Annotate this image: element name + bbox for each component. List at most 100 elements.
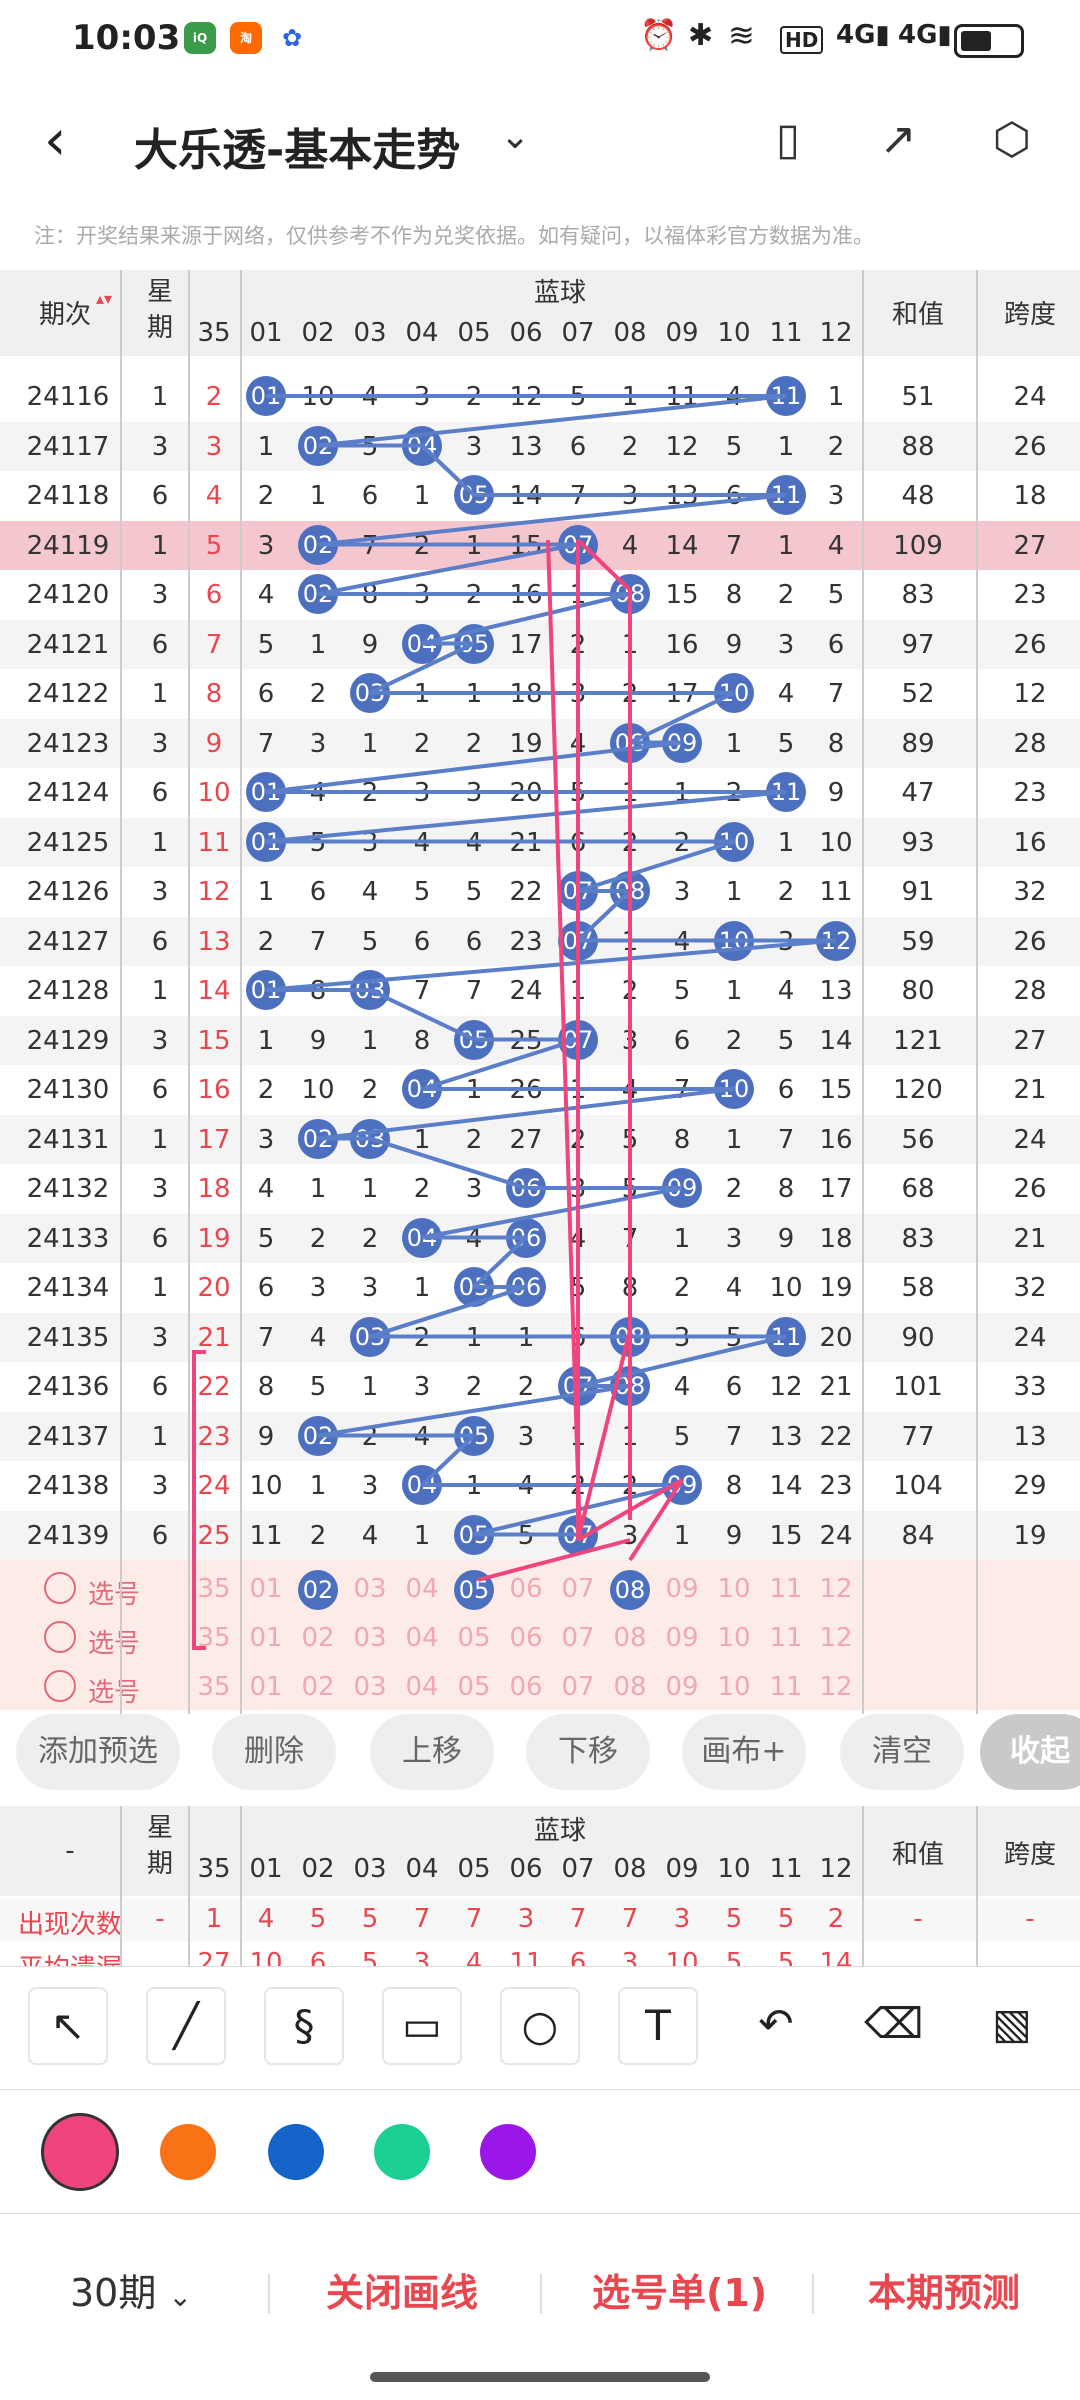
blue-ball[interactable]: 03 — [350, 970, 390, 1010]
pick-number[interactable]: 07 — [553, 1574, 603, 1604]
blue-ball[interactable]: 08 — [610, 722, 650, 763]
back-icon[interactable]: ‹ — [44, 108, 66, 173]
pick-radio[interactable] — [44, 1572, 76, 1604]
circle-icon[interactable]: ○ — [500, 1987, 580, 2065]
add-preselect-button[interactable]: 添加预选 — [16, 1714, 180, 1790]
share-icon[interactable]: ↗ — [868, 110, 928, 170]
blue-ball[interactable]: 07 — [558, 1366, 598, 1406]
pick-number[interactable]: 09 — [657, 1574, 707, 1604]
blue-ball[interactable]: 02 — [298, 574, 338, 614]
page-title[interactable]: 大乐透-基本走势 — [134, 114, 460, 178]
pick-number[interactable]: 11 — [761, 1574, 811, 1604]
collapse-button[interactable]: 收起 — [980, 1714, 1080, 1790]
arrow-icon[interactable]: ↖ — [28, 1987, 108, 2065]
color-swatch[interactable] — [480, 2124, 536, 2180]
pick-number[interactable]: 05 — [449, 1623, 499, 1653]
color-swatch[interactable] — [160, 2124, 216, 2180]
pick-number[interactable]: 03 — [345, 1623, 395, 1653]
blue-ball[interactable]: 11 — [766, 376, 806, 416]
pick-number[interactable]: 12 — [811, 1623, 861, 1653]
pick-number[interactable]: 06 — [501, 1574, 551, 1604]
blue-ball[interactable]: 08 — [610, 574, 650, 614]
pick-number[interactable]: 07 — [553, 1623, 603, 1653]
blue-ball[interactable]: 11 — [766, 1316, 806, 1357]
home-indicator[interactable] — [370, 2372, 710, 2382]
color-swatch[interactable] — [41, 2113, 119, 2191]
pick-number[interactable]: 09 — [657, 1623, 707, 1653]
settings-icon[interactable]: ⬡ — [982, 110, 1042, 170]
blue-ball[interactable]: 06 — [506, 1168, 546, 1208]
pick-number[interactable]: 08 — [605, 1623, 655, 1653]
color-swatch[interactable] — [374, 2124, 430, 2180]
eraser-icon[interactable]: ⌫ — [854, 1987, 934, 2065]
pick-number[interactable]: 04 — [397, 1672, 447, 1702]
blue-ball[interactable]: 09 — [662, 1168, 702, 1208]
pick-list-button[interactable]: 选号单(1) — [592, 2262, 767, 2317]
blue-ball[interactable]: 04 — [402, 1069, 442, 1109]
blue-ball[interactable]: 07 — [558, 871, 598, 911]
blue-ball[interactable]: 05 — [454, 623, 494, 664]
pick-number[interactable]: 07 — [553, 1672, 603, 1702]
pick-number[interactable]: 02 — [293, 1672, 343, 1702]
undo-icon[interactable]: ↶ — [736, 1987, 816, 2065]
pick-number[interactable]: 10 — [709, 1574, 759, 1604]
pick-ball-selected[interactable]: 02 — [298, 1570, 338, 1610]
blue-ball[interactable]: 07 — [558, 524, 598, 565]
pick-number[interactable]: 11 — [761, 1623, 811, 1653]
blue-ball[interactable]: 03 — [350, 673, 390, 713]
blue-ball[interactable]: 02 — [298, 425, 338, 466]
blue-ball[interactable]: 07 — [558, 920, 598, 961]
blue-ball[interactable]: 04 — [402, 1217, 442, 1258]
blue-ball[interactable]: 07 — [558, 1514, 598, 1555]
blue-ball[interactable]: 05 — [454, 1019, 494, 1060]
blue-ball[interactable]: 07 — [558, 1019, 598, 1060]
color-swatch[interactable] — [268, 2124, 324, 2180]
pick-number[interactable]: 01 — [241, 1623, 291, 1653]
pick-number[interactable]: 08 — [605, 1672, 655, 1702]
predict-button[interactable]: 本期预测 — [868, 2262, 1020, 2317]
blue-ball[interactable]: 08 — [610, 871, 650, 911]
blue-ball[interactable]: 04 — [402, 1465, 442, 1505]
blue-ball[interactable]: 11 — [766, 772, 806, 812]
pick-ball-selected[interactable]: 05 — [454, 1570, 494, 1610]
blue-ball[interactable]: 02 — [298, 1118, 338, 1159]
blue-ball[interactable]: 09 — [662, 1465, 702, 1505]
blue-ball[interactable]: 01 — [246, 772, 286, 812]
pick-number[interactable]: 06 — [501, 1672, 551, 1702]
pick-number[interactable]: 01 — [241, 1574, 291, 1604]
blue-ball[interactable]: 08 — [610, 1316, 650, 1357]
blue-ball[interactable]: 03 — [350, 1316, 390, 1357]
move-up-button[interactable]: 上移 — [370, 1714, 494, 1790]
curve-icon[interactable]: § — [264, 1987, 344, 2065]
device-icon[interactable]: ▯ — [758, 110, 818, 170]
pick-number[interactable]: 02 — [293, 1623, 343, 1653]
move-down-button[interactable]: 下移 — [526, 1714, 650, 1790]
fill-icon[interactable]: ▧ — [972, 1987, 1052, 2065]
blue-ball[interactable]: 02 — [298, 524, 338, 565]
pick-number[interactable]: 05 — [449, 1672, 499, 1702]
blue-ball[interactable]: 12 — [816, 920, 856, 961]
blue-ball[interactable]: 05 — [454, 475, 494, 515]
pick-number[interactable]: 01 — [241, 1672, 291, 1702]
period-select[interactable]: 30期 ⌄ — [70, 2262, 192, 2317]
text-icon[interactable]: T — [618, 1987, 698, 2065]
blue-ball[interactable]: 06 — [506, 1217, 546, 1258]
clear-button[interactable]: 清空 — [840, 1714, 964, 1790]
blue-ball[interactable]: 01 — [246, 821, 286, 862]
rectangle-icon[interactable]: ▭ — [382, 1987, 462, 2065]
pick-number[interactable]: 03 — [345, 1672, 395, 1702]
pick-radio[interactable] — [44, 1621, 76, 1653]
pick-first[interactable]: 35 — [189, 1672, 239, 1702]
blue-ball[interactable]: 08 — [610, 1366, 650, 1406]
pick-ball-selected[interactable]: 08 — [610, 1570, 650, 1610]
close-draw-button[interactable]: 关闭画线 — [326, 2262, 478, 2317]
pick-first[interactable]: 35 — [189, 1574, 239, 1604]
pick-first[interactable]: 35 — [189, 1623, 239, 1653]
blue-ball[interactable]: 06 — [506, 1267, 546, 1307]
blue-ball[interactable]: 04 — [402, 425, 442, 466]
blue-ball[interactable]: 10 — [714, 673, 754, 713]
blue-ball[interactable]: 05 — [454, 1514, 494, 1555]
pick-number[interactable]: 03 — [345, 1574, 395, 1604]
blue-ball[interactable]: 10 — [714, 920, 754, 961]
chevron-down-icon[interactable]: ⌄ — [500, 116, 530, 157]
